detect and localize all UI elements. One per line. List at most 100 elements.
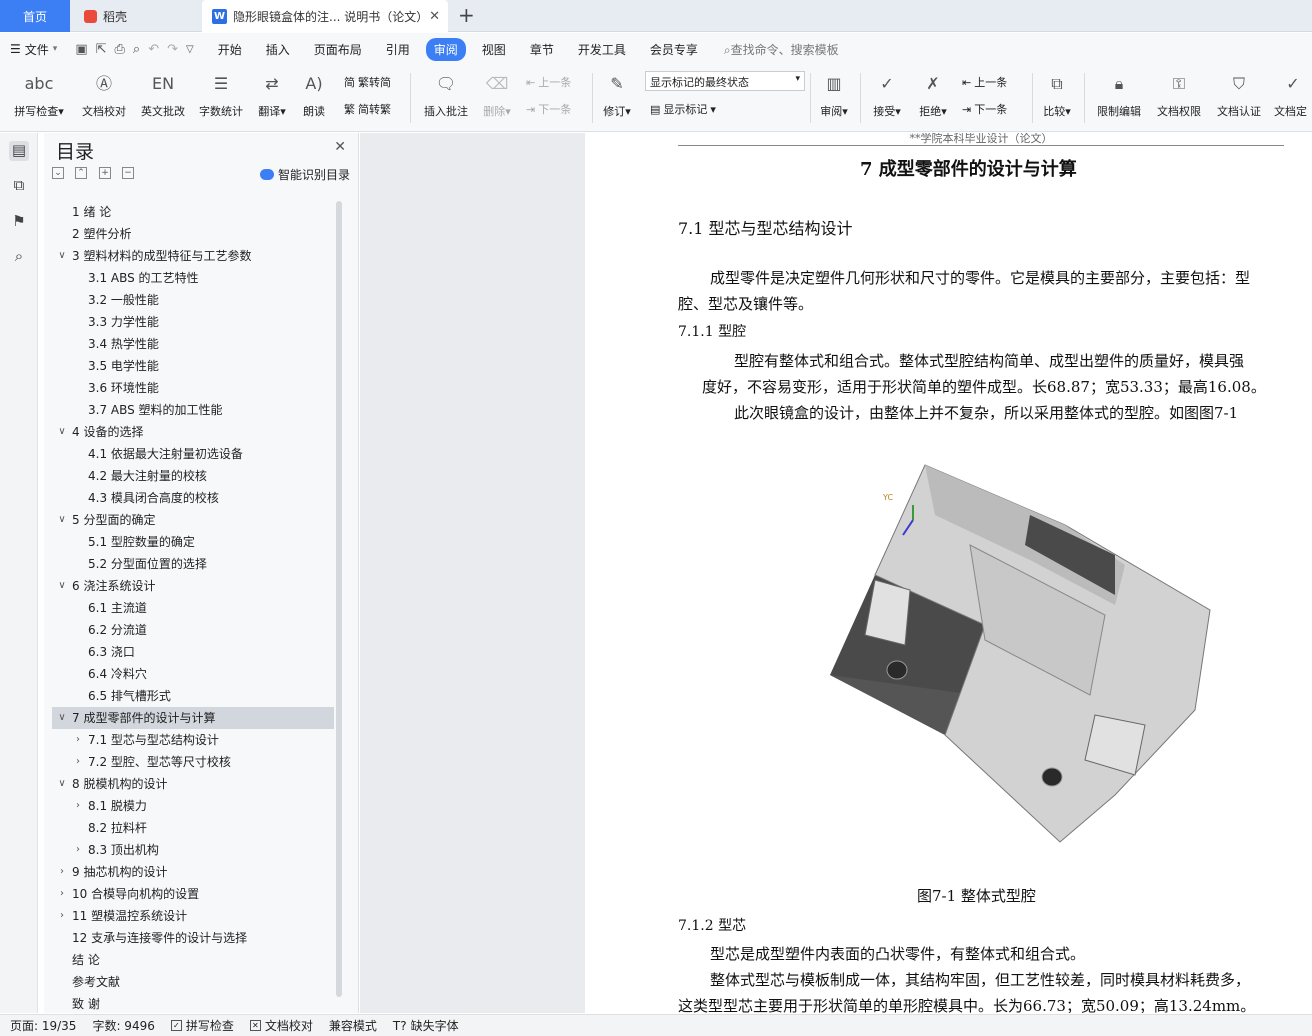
menu-review[interactable]: 审阅 xyxy=(425,37,466,61)
toc-item[interactable]: 3.5 电学性能 xyxy=(52,355,334,377)
toc-icon[interactable]: ▤ xyxy=(9,141,29,161)
search-icon[interactable]: ⌕ xyxy=(9,247,29,267)
toc-item[interactable]: 4.3 模具闭合高度的校核 xyxy=(52,487,334,509)
toc-item[interactable]: 参考文献 xyxy=(52,971,334,993)
print-icon[interactable]: ⎙ xyxy=(115,42,125,57)
spell-check-status[interactable]: ✓ 拼写检查 xyxy=(170,1017,234,1034)
page-indicator[interactable]: 页面: 19/35 xyxy=(10,1017,76,1034)
word-count-button[interactable]: ☰ 字数统计 xyxy=(194,69,248,119)
command-search[interactable]: ⌕查找命令、搜索模板 xyxy=(724,41,839,58)
show-markup-button[interactable]: ▤ 显示标记 ▾ xyxy=(650,101,716,117)
document-page[interactable]: **学院本科毕业设计（论文） 7 成型零部件的设计与计算 7.1 型芯与型芯结构… xyxy=(585,133,1312,1013)
word-count-indicator[interactable]: 字数: 9496 xyxy=(92,1017,154,1034)
minus-icon[interactable]: − xyxy=(122,167,134,179)
bookmark-icon[interactable]: ⚑ xyxy=(9,212,29,232)
toc-item[interactable]: 5.1 型腔数量的确定 xyxy=(52,531,334,553)
toc-item[interactable]: ∨ 4 设备的选择 xyxy=(52,421,334,443)
toc-item[interactable]: 8.2 拉料杆 xyxy=(52,817,334,839)
toc-item[interactable]: 2 塑件分析 xyxy=(52,223,334,245)
chevron-right-icon[interactable]: › xyxy=(72,751,84,773)
toc-item[interactable]: › 8.1 脱模力 xyxy=(52,795,334,817)
insert-comment-button[interactable]: 🗨 插入批注 xyxy=(420,69,472,119)
chevron-right-icon[interactable]: › xyxy=(56,861,68,883)
toc-item[interactable]: › 9 抽芯机构的设计 xyxy=(52,861,334,883)
menu-start[interactable]: 开始 xyxy=(210,38,250,61)
prev-change-button[interactable]: ⇤ 上一条 xyxy=(962,74,1007,90)
compat-mode-status[interactable]: 兼容模式 xyxy=(329,1017,377,1034)
collapse-all-icon[interactable]: ⌄ xyxy=(52,167,64,179)
track-changes-button[interactable]: ✎ 修订▾ xyxy=(598,69,636,119)
tab-home[interactable]: 首页 xyxy=(0,0,70,32)
chevron-down-icon[interactable]: ∨ xyxy=(56,421,68,443)
toc-item[interactable]: ∨ 6 浇注系统设计 xyxy=(52,575,334,597)
toc-item[interactable]: › 7.2 型腔、型芯等尺寸校核 xyxy=(52,751,334,773)
chevron-down-icon[interactable]: ∨ xyxy=(56,773,68,795)
restrict-edit-button[interactable]: 🔒︎ 限制编辑 xyxy=(1092,69,1146,119)
toc-item[interactable]: ∨ 5 分型面的确定 xyxy=(52,509,334,531)
accept-button[interactable]: ✓ 接受▾ xyxy=(868,69,906,119)
chevron-down-icon[interactable]: ∨ xyxy=(56,575,68,597)
file-menu[interactable]: ☰ 文件 ▾ xyxy=(10,41,57,58)
close-tab-icon[interactable]: ✕ xyxy=(429,9,440,24)
toc-item[interactable]: 4.1 依据最大注射量初选设备 xyxy=(52,443,334,465)
toc-item[interactable]: 12 支承与连接零件的设计与选择 xyxy=(52,927,334,949)
toc-item[interactable]: › 10 合模导向机构的设置 xyxy=(52,883,334,905)
toc-item[interactable]: 6.5 排气槽形式 xyxy=(52,685,334,707)
review-pane-button[interactable]: ▥ 审阅▾ xyxy=(816,69,852,119)
toc-item[interactable]: ∨ 3 塑料材料的成型特征与工艺参数 xyxy=(52,245,334,267)
doc-permission-button[interactable]: ⚿ 文档权限 xyxy=(1152,69,1206,119)
delete-comment-button[interactable]: ⌫ 删除▾ xyxy=(478,69,516,119)
tab-document[interactable]: W 隐形眼镜盒体的注... 说明书（论文） ✕ xyxy=(202,0,448,32)
markup-state-select[interactable]: 显示标记的最终状态 ▾ xyxy=(645,71,805,91)
prev-comment-button[interactable]: ⇤ 上一条 xyxy=(526,74,571,90)
simp-to-trad-button[interactable]: 繁简转繁 xyxy=(344,101,391,117)
toc-item[interactable]: 3.7 ABS 塑料的加工性能 xyxy=(52,399,334,421)
doc-proof-button[interactable]: Ⓐ 文档校对 xyxy=(76,69,132,119)
close-icon[interactable]: ✕ xyxy=(334,139,346,155)
redo-icon[interactable]: ↷ xyxy=(167,42,178,57)
menu-member[interactable]: 会员专享 xyxy=(642,38,706,61)
chevron-right-icon[interactable]: › xyxy=(56,905,68,927)
toc-scrollbar[interactable] xyxy=(336,201,342,997)
reject-button[interactable]: ✗ 拒绝▾ xyxy=(914,69,952,119)
toc-item[interactable]: 6.3 浇口 xyxy=(52,641,334,663)
chevron-right-icon[interactable]: › xyxy=(72,795,84,817)
doc-finalize-button[interactable]: ✓ 文档定 xyxy=(1274,69,1312,119)
new-tab-button[interactable]: + xyxy=(458,3,475,27)
toc-item[interactable]: 致 谢 xyxy=(52,993,334,1015)
print-preview-icon[interactable]: ⌕ xyxy=(133,42,140,57)
translate-button[interactable]: ⇄ 翻译▾ xyxy=(252,69,292,119)
toc-item[interactable]: › 8.3 顶出机构 xyxy=(52,839,334,861)
trad-to-simp-button[interactable]: 简繁转简 xyxy=(344,74,391,90)
menu-chapter[interactable]: 章节 xyxy=(522,38,562,61)
menu-view[interactable]: 视图 xyxy=(474,38,514,61)
undo-icon[interactable]: ↶ xyxy=(148,42,159,57)
chapter-nav-icon[interactable]: ⧉ xyxy=(9,176,29,196)
chevron-down-icon[interactable]: ∨ xyxy=(56,509,68,531)
menu-insert[interactable]: 插入 xyxy=(258,38,298,61)
next-change-button[interactable]: ⇥ 下一条 xyxy=(962,101,1007,117)
toc-item[interactable]: 6.1 主流道 xyxy=(52,597,334,619)
toc-item[interactable]: 1 绪 论 xyxy=(52,201,334,223)
toc-item[interactable]: 结 论 xyxy=(52,949,334,971)
chevron-right-icon[interactable]: › xyxy=(72,729,84,751)
chevron-right-icon[interactable]: › xyxy=(56,883,68,905)
toc-item[interactable]: › 11 塑模温控系统设计 xyxy=(52,905,334,927)
doc-cert-button[interactable]: ⛉ 文档认证 xyxy=(1212,69,1266,119)
menu-page-layout[interactable]: 页面布局 xyxy=(306,38,370,61)
more-icon[interactable]: ▽ xyxy=(186,44,194,55)
toc-item[interactable]: 3.3 力学性能 xyxy=(52,311,334,333)
toc-item[interactable]: 3.6 环境性能 xyxy=(52,377,334,399)
english-review-button[interactable]: EN 英文批改 xyxy=(136,69,190,119)
toc-item[interactable]: 3.4 热学性能 xyxy=(52,333,334,355)
save-icon[interactable]: ▣ xyxy=(75,42,87,57)
menu-developer[interactable]: 开发工具 xyxy=(570,38,634,61)
compare-button[interactable]: ⧉ 比较▾ xyxy=(1038,69,1076,119)
export-icon[interactable]: ⇱ xyxy=(96,42,107,57)
plus-icon[interactable]: + xyxy=(99,167,111,179)
toc-item[interactable]: 5.2 分型面位置的选择 xyxy=(52,553,334,575)
toc-item[interactable]: 3.2 一般性能 xyxy=(52,289,334,311)
toc-item[interactable]: ∨ 8 脱模机构的设计 xyxy=(52,773,334,795)
chevron-down-icon[interactable]: ∨ xyxy=(56,707,68,729)
toc-item[interactable]: 6.2 分流道 xyxy=(52,619,334,641)
